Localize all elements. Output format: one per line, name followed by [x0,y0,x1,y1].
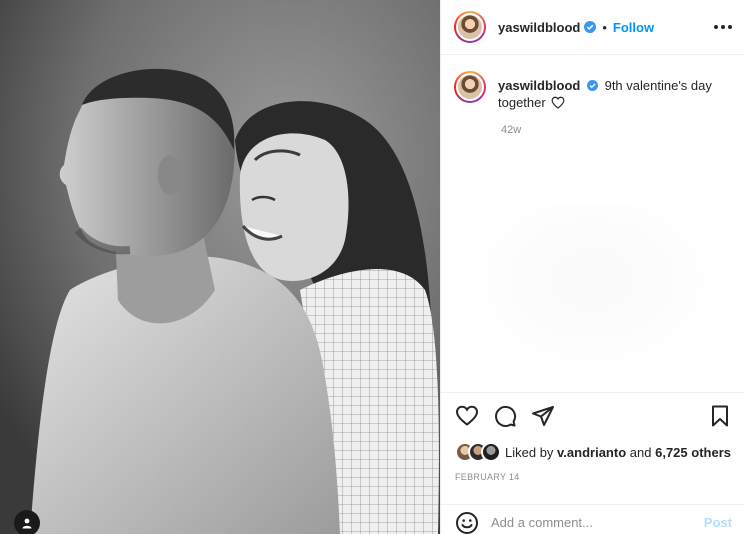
ellipsis-icon [714,25,718,29]
post-header: yaswildblood • Follow [441,0,744,55]
verified-badge-icon [586,80,598,91]
caption-area: yaswildblood 9th valentine's day togethe… [441,55,744,391]
caption-text: yaswildblood 9th valentine's day togethe… [498,77,718,111]
post-date[interactable]: FEBRUARY 14 [455,472,520,482]
like-button[interactable] [455,404,479,428]
post-photo[interactable] [0,0,440,534]
follow-button[interactable]: Follow [613,20,654,35]
tag-button[interactable] [14,510,40,534]
caption-username[interactable]: yaswildblood [498,78,580,93]
avatar[interactable] [454,11,486,43]
post-comment-button[interactable]: Post [704,515,732,530]
liker-avatars [455,442,505,462]
more-options-button[interactable] [714,19,732,35]
post-time[interactable]: 42w [501,124,728,136]
bookmark-icon [712,405,728,426]
caption: yaswildblood 9th valentine's day togethe… [454,71,728,111]
action-bar [441,392,744,438]
emoji-button[interactable] [455,511,479,534]
comment-bubble-icon [495,405,517,427]
liker-avatar[interactable] [481,442,501,462]
verified-badge-icon [584,21,597,33]
smiley-icon [456,511,478,534]
comment-input[interactable] [491,515,704,530]
likes-summary: Liked by v.andrianto and 6,725 others [455,442,731,462]
person-tag-icon [22,518,32,529]
heart-outline-icon [551,96,565,109]
comments-area [441,205,744,391]
separator-dot: • [602,19,607,35]
photo-image [0,0,440,534]
save-button[interactable] [708,404,732,428]
likes-text: Liked by v.andrianto and 6,725 others [505,445,731,460]
caption-avatar[interactable] [454,71,486,103]
username-link[interactable]: yaswildblood [498,20,580,35]
heart-outline-icon [455,405,479,426]
post-sidebar: yaswildblood • Follow yaswildblood 9th v… [440,0,744,534]
comment-bar: Post [441,504,744,534]
comment-button[interactable] [493,404,517,428]
likes-and: and [629,444,652,460]
liked-by-user-link[interactable]: v.andrianto [557,445,626,460]
likes-count-link[interactable]: 6,725 others [655,445,731,460]
likes-prefix: Liked by [505,444,554,460]
share-button[interactable] [531,404,555,428]
paper-plane-icon [532,405,554,426]
